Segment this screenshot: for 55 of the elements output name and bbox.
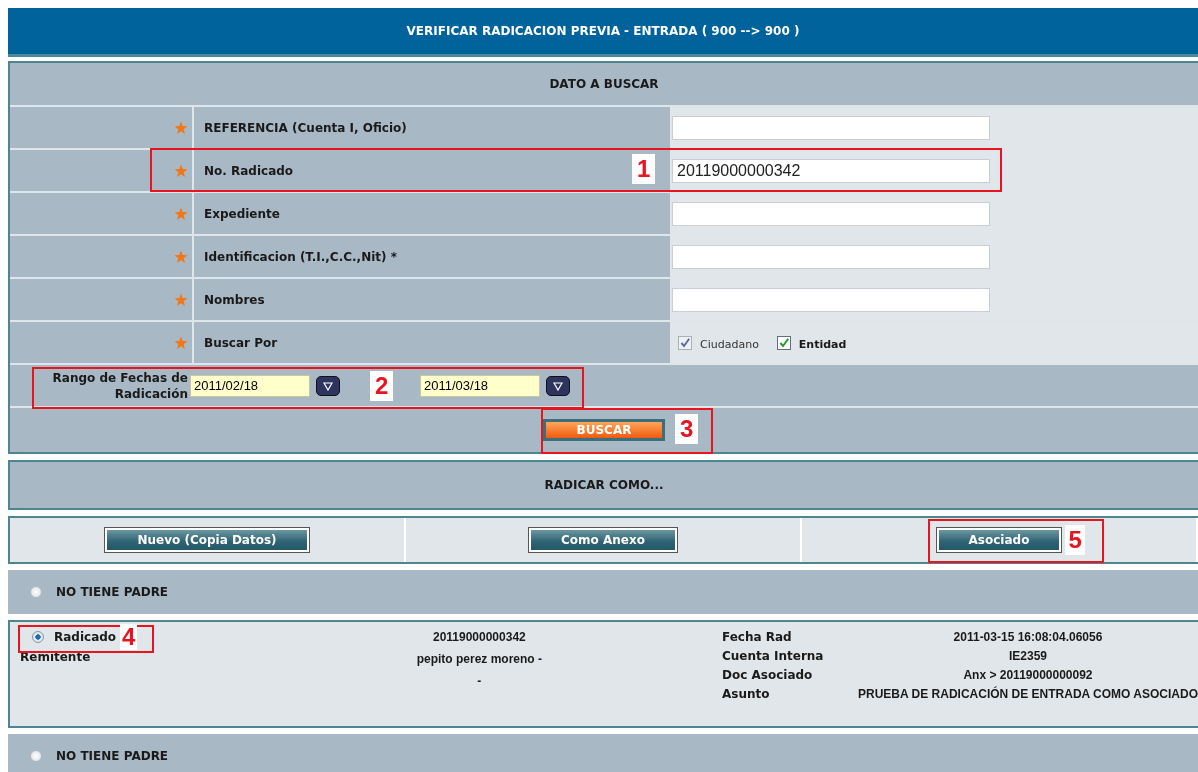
action-button[interactable]: Nuevo (Copia Datos) (105, 528, 309, 552)
star-icon (174, 292, 188, 307)
record-number: 20119000000342 (432, 630, 526, 644)
option-label: NO TIENE PADRE (56, 585, 169, 599)
detail-label: Cuenta Interna (721, 649, 825, 663)
detail-value: Anx > 20119000000092 (962, 668, 1094, 682)
star-icon (174, 163, 188, 178)
checkbox-label: Ciudadano (700, 337, 759, 351)
caret-icon (553, 380, 563, 391)
page-title: VERIFICAR RADICACION PREVIA - ENTRADA ( 900 --> 900 ) (406, 24, 800, 38)
action-button[interactable]: Como Anexo (529, 528, 677, 552)
callout-number: 2 (370, 371, 394, 401)
checkbox-label: Entidad (798, 337, 847, 351)
detail-value: 2011-03-15 16:08:04.06056 (952, 630, 1104, 644)
star-icon (174, 206, 188, 221)
callout-number: 4 (120, 624, 138, 650)
calendar-button[interactable] (316, 375, 340, 396)
input-field[interactable] (672, 244, 990, 269)
sender-name: pepito perez moreno - (416, 652, 542, 666)
star-icon (174, 120, 188, 135)
radio-button[interactable] (32, 631, 44, 643)
field-label: REFERENCIA (Cuenta I, Oficio) (204, 120, 407, 135)
calendar-button[interactable] (546, 375, 570, 396)
field-label: Remitente (20, 650, 91, 664)
input-field[interactable] (672, 287, 990, 312)
detail-label: Asunto (721, 687, 771, 701)
record-value: - (477, 674, 482, 688)
radio-button[interactable] (30, 586, 42, 598)
detail-label: Fecha Rad (721, 630, 793, 644)
section-heading: RADICAR COMO... (544, 478, 664, 492)
field-label: Expediente (204, 206, 280, 221)
option-label: Radicado (54, 630, 117, 644)
detail-value: PRUEBA DE RADICACIÓN DE ENTRADA COMO ASOCIADO (858, 687, 1198, 701)
callout-number: 1 (632, 154, 656, 184)
callout-number: 3 (675, 414, 699, 444)
radio-button[interactable] (30, 750, 42, 762)
callout-number: 5 (1065, 525, 1085, 555)
field-label: No. Radicado (204, 163, 294, 178)
option-label: NO TIENE PADRE (56, 749, 169, 763)
caret-icon (323, 380, 333, 391)
field-label: Rango de Fechas de Radicación (51, 369, 188, 402)
detail-value: IE2359 (1007, 649, 1048, 663)
date-field[interactable]: 2011/03/18 (420, 374, 540, 397)
field-label: Identificacion (T.I.,C.C.,Nit) * (204, 249, 397, 264)
input-field[interactable] (672, 201, 990, 226)
field-label: Buscar Por (204, 335, 278, 350)
detail-label: Doc Asociado (721, 668, 814, 682)
input-field[interactable]: 20119000000342 (672, 158, 990, 183)
checkbox[interactable] (776, 335, 791, 350)
input-field[interactable] (672, 115, 990, 140)
date-field[interactable]: 2011/02/18 (190, 374, 310, 397)
star-icon (174, 335, 188, 350)
field-label: Nombres (204, 292, 265, 307)
action-button[interactable]: Asociado (936, 528, 1062, 552)
star-icon (174, 249, 188, 264)
